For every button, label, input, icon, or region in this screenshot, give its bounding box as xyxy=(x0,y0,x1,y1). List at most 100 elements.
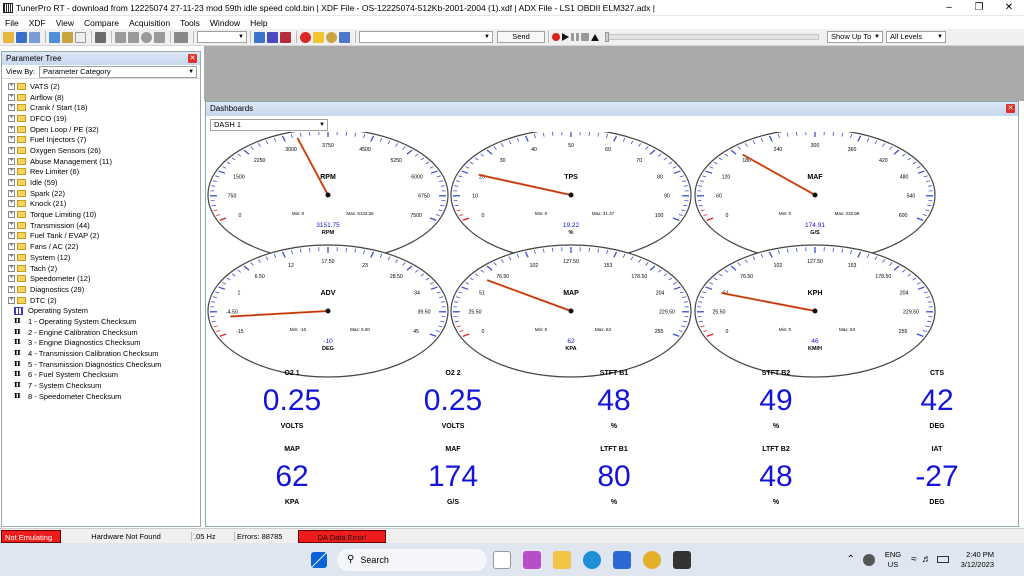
tree-folder[interactable]: + DTC (2) xyxy=(2,295,200,306)
menu-view[interactable]: View xyxy=(51,18,79,28)
tree-folder[interactable]: + Speedometer (12) xyxy=(2,273,200,284)
expand-icon[interactable]: + xyxy=(8,275,15,283)
minimize-button[interactable]: – xyxy=(934,0,964,16)
tree-folder[interactable]: + Airflow (8) xyxy=(2,92,200,103)
tree-folder[interactable]: + DFCO (19) xyxy=(2,113,200,124)
play-icon[interactable] xyxy=(562,33,569,41)
dashboard-icon[interactable] xyxy=(313,31,324,43)
tree-checksum-item[interactable]: π 2 - Engine Calibration Checksum xyxy=(2,327,200,338)
expand-icon[interactable]: + xyxy=(8,179,15,187)
maximize-button[interactable]: ❐ xyxy=(964,0,994,16)
link-icon[interactable] xyxy=(254,31,265,43)
tree-checksum-item[interactable]: π 4 - Transmission Calibration Checksum xyxy=(2,348,200,359)
tree-folder[interactable]: + Spark (22) xyxy=(2,188,200,199)
load-xdf-icon[interactable] xyxy=(49,31,60,43)
expand-icon[interactable]: + xyxy=(8,200,15,208)
record-gray-icon[interactable] xyxy=(141,31,152,43)
expand-icon[interactable]: + xyxy=(8,211,15,219)
expand-icon[interactable]: + xyxy=(8,253,15,261)
stop-acq-icon[interactable] xyxy=(300,31,311,43)
tree-folder[interactable]: + Diagnostics (29) xyxy=(2,284,200,295)
dashboard-select[interactable]: DASH 1 ▼ xyxy=(210,119,328,131)
command-combo[interactable]: ▼ xyxy=(359,31,493,43)
language-indicator[interactable]: ENG US xyxy=(885,550,901,570)
expand-icon[interactable]: + xyxy=(8,136,15,144)
tree-table-item[interactable]: Operating System xyxy=(2,305,200,316)
compare-icon[interactable] xyxy=(267,31,278,43)
tree-folder[interactable]: + Fuel Tank / EVAP (2) xyxy=(2,231,200,242)
menu-window[interactable]: Window xyxy=(205,18,245,28)
tree-checksum-item[interactable]: π 7 - System Checksum xyxy=(2,380,200,391)
tree-folder[interactable]: + Knock (21) xyxy=(2,199,200,210)
edge-icon[interactable] xyxy=(583,550,601,569)
chevron-up-icon[interactable]: ⌃ xyxy=(846,554,854,565)
wand-icon[interactable] xyxy=(95,31,106,43)
start-icon[interactable] xyxy=(311,551,327,568)
menu-help[interactable]: Help xyxy=(245,18,272,28)
new-icon[interactable] xyxy=(75,31,86,43)
arrow-down-icon[interactable] xyxy=(128,31,139,43)
toolbar-combo-1[interactable]: ▼ xyxy=(197,31,247,43)
tree-folder[interactable]: + Oxygen Sensors (26) xyxy=(2,145,200,156)
expand-icon[interactable]: + xyxy=(8,221,15,229)
expand-icon[interactable]: + xyxy=(8,125,15,133)
stop-icon[interactable] xyxy=(581,33,589,41)
playback-slider[interactable] xyxy=(605,32,819,42)
gauge-icon[interactable] xyxy=(326,31,337,43)
tree-folder[interactable]: + Abuse Management (11) xyxy=(2,156,200,167)
open-icon[interactable] xyxy=(3,31,14,43)
eject-icon[interactable] xyxy=(591,33,599,41)
tree-checksum-item[interactable]: π 3 - Engine Diagnostics Checksum xyxy=(2,338,200,349)
menu-acquisition[interactable]: Acquisition xyxy=(124,18,175,28)
levels-combo[interactable]: All Levels ▼ xyxy=(886,31,946,43)
search-box[interactable]: ⚲ Search xyxy=(337,548,487,571)
tree-checksum-item[interactable]: π 1 - Operating System Checksum xyxy=(2,316,200,327)
menu-xdf[interactable]: XDF xyxy=(24,18,51,28)
task-view-icon[interactable] xyxy=(493,550,511,569)
tree-checksum-item[interactable]: π 5 - Transmission Diagnostics Checksum xyxy=(2,359,200,370)
save-all-icon[interactable] xyxy=(29,31,40,43)
expand-icon[interactable]: + xyxy=(8,146,15,154)
record-icon[interactable] xyxy=(552,33,560,41)
chart-icon[interactable] xyxy=(339,31,350,43)
tree-folder[interactable]: + System (12) xyxy=(2,252,200,263)
expand-icon[interactable]: + xyxy=(8,264,15,272)
menu-file[interactable]: File xyxy=(0,18,24,28)
wifi-icon[interactable]: ≈ xyxy=(911,554,917,565)
clock[interactable]: 2:40 PM 3/12/2023 xyxy=(961,550,994,570)
pause-icon[interactable] xyxy=(571,33,579,41)
tree-folder[interactable]: + Tach (2) xyxy=(2,263,200,274)
tree-folder[interactable]: + Transmission (44) xyxy=(2,220,200,231)
store-icon[interactable] xyxy=(613,550,631,569)
menu-tools[interactable]: Tools xyxy=(175,18,205,28)
tree-folder[interactable]: + Fuel Injectors (7) xyxy=(2,134,200,145)
menu-compare[interactable]: Compare xyxy=(79,18,124,28)
chrome-icon[interactable] xyxy=(643,550,661,569)
tunerpro-taskbar-icon[interactable] xyxy=(673,550,691,569)
network-icon[interactable] xyxy=(862,553,875,566)
speaker-icon[interactable]: ♬ xyxy=(922,554,932,565)
close-icon[interactable]: ✕ xyxy=(188,54,197,63)
tree-folder[interactable]: + Fans / AC (22) xyxy=(2,241,200,252)
teams-icon[interactable] xyxy=(523,550,541,569)
expand-icon[interactable]: + xyxy=(8,104,15,112)
play-gray-icon[interactable] xyxy=(154,31,165,43)
monitor-icon[interactable] xyxy=(174,31,188,43)
tree-checksum-item[interactable]: π 8 - Speedometer Checksum xyxy=(2,391,200,402)
expand-icon[interactable]: + xyxy=(8,114,15,122)
expand-icon[interactable]: + xyxy=(8,82,15,90)
diff-icon[interactable] xyxy=(280,31,291,43)
show-up-to-combo[interactable]: Show Up To ▼ xyxy=(827,31,883,43)
expand-icon[interactable]: + xyxy=(8,168,15,176)
slider-thumb[interactable] xyxy=(605,32,609,42)
send-button[interactable]: Send xyxy=(497,31,545,43)
expand-icon[interactable]: + xyxy=(8,157,15,165)
file-explorer-icon[interactable] xyxy=(553,550,571,569)
tree-checksum-item[interactable]: π 6 - Fuel System Checksum xyxy=(2,370,200,381)
expand-icon[interactable]: + xyxy=(8,285,15,293)
arrow-up-icon[interactable] xyxy=(115,31,126,43)
tree-folder[interactable]: + Open Loop / PE (32) xyxy=(2,124,200,135)
close-icon[interactable]: ✕ xyxy=(1006,104,1015,113)
tree-folder[interactable]: + Rev Limiter (6) xyxy=(2,167,200,178)
tree-folder[interactable]: + Crank / Start (18) xyxy=(2,102,200,113)
